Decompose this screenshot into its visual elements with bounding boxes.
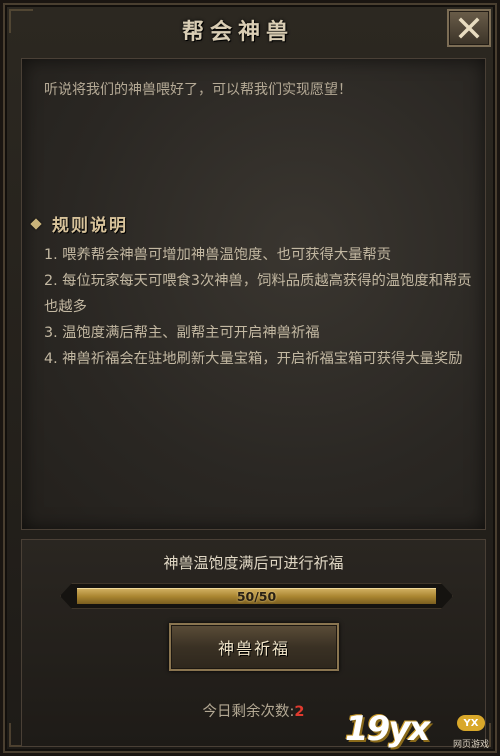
watermark-badge: YX bbox=[457, 715, 485, 731]
bless-button[interactable]: 神兽祈福 bbox=[169, 623, 339, 671]
rules-list: 1. 喂养帮会神兽可增加神兽温饱度、也可获得大量帮贡 2. 每位玩家每天可喂食3… bbox=[44, 242, 472, 372]
close-icon bbox=[458, 17, 480, 39]
watermark-logo-text: 19yx bbox=[345, 709, 430, 749]
rule-item: 3. 温饱度满后帮主、副帮主可开启神兽祈福 bbox=[44, 325, 320, 341]
watermark-subtext: 网页游戏 bbox=[453, 740, 490, 750]
close-button[interactable] bbox=[447, 9, 491, 47]
remaining-count: 2 bbox=[294, 704, 305, 720]
rules-title: 规则说明 bbox=[52, 216, 128, 236]
remaining-label: 今日剩余次数: bbox=[202, 704, 295, 720]
site-watermark-logo: 19yx YX 网页游戏 bbox=[345, 709, 495, 755]
rule-item: 4. 神兽祈福会在驻地刷新大量宝箱，开启祈福宝箱可获得大量奖励 bbox=[44, 351, 463, 367]
rule-item: 2. 每位玩家每天可喂食3次神兽，饲料品质越高获得的温饱度和帮贡也越多 bbox=[44, 273, 472, 315]
intro-text: 听说将我们的神兽喂好了，可以帮我们实现愿望！ bbox=[44, 82, 352, 98]
window-title: 帮会神兽 bbox=[181, 20, 294, 45]
satiety-progress-text: 50/50 bbox=[236, 588, 277, 604]
rules-header: 规则说明 bbox=[30, 211, 128, 236]
diamond-bullet-icon bbox=[30, 217, 42, 230]
guild-beast-window: 帮会神兽 听说将我们的神兽喂好了，可以帮我们实现愿望！ 规则说明 1. 喂养帮会… bbox=[0, 0, 500, 756]
rule-item: 1. 喂养帮会神兽可增加神兽温饱度、也可获得大量帮贡 bbox=[44, 247, 392, 263]
satiety-hint: 神兽温饱度满后可进行祈福 bbox=[163, 554, 344, 572]
description-panel: 听说将我们的神兽喂好了，可以帮我们实现愿望！ 规则说明 1. 喂养帮会神兽可增加… bbox=[21, 58, 486, 530]
satiety-progress-bar: 50/50 bbox=[60, 583, 453, 609]
frame-corner-ornament bbox=[9, 9, 33, 33]
title-bar: 帮会神兽 bbox=[43, 9, 433, 51]
